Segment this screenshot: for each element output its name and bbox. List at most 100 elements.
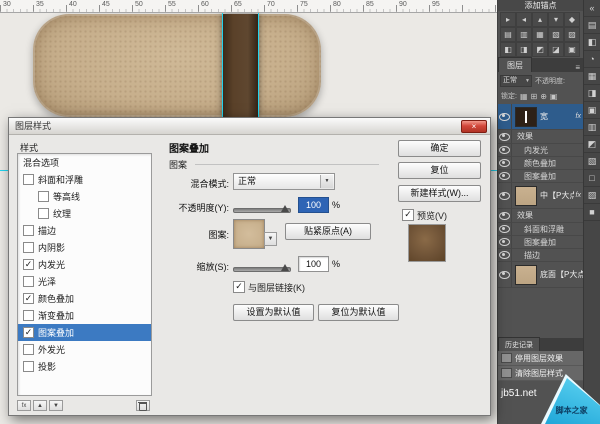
- eye-toggle[interactable]: [498, 236, 512, 248]
- panel-icon[interactable]: ▾: [548, 12, 564, 27]
- effects-group-row[interactable]: 效果: [498, 130, 583, 144]
- eye-toggle[interactable]: [498, 183, 512, 208]
- set-default-button[interactable]: 设置为默认值: [233, 304, 314, 321]
- dock-panel-icon[interactable]: ◩: [584, 136, 600, 153]
- layer-thumbnail[interactable]: [515, 186, 537, 206]
- reset-default-button[interactable]: 复位为默认值: [318, 304, 399, 321]
- eye-toggle[interactable]: [498, 104, 512, 129]
- close-button[interactable]: ×: [461, 120, 487, 133]
- effect-row[interactable]: 颜色叠加: [498, 157, 583, 170]
- collapse-dock-icon[interactable]: «: [584, 0, 600, 17]
- guide-vertical-right[interactable]: [258, 12, 259, 122]
- style-item-contour[interactable]: 等高线: [18, 188, 151, 205]
- effect-row[interactable]: 图案叠加: [498, 170, 583, 183]
- style-item-color-overlay[interactable]: ✓颜色叠加: [18, 290, 151, 307]
- style-checkbox[interactable]: [23, 174, 34, 185]
- style-item-inner-glow[interactable]: ✓内发光: [18, 256, 151, 273]
- opacity-slider-thumb[interactable]: [281, 205, 289, 212]
- tab-history[interactable]: 历史记录: [498, 337, 540, 351]
- history-item[interactable]: 停用图层效果: [498, 351, 583, 366]
- layer-thumbnail[interactable]: [515, 107, 537, 127]
- effect-row[interactable]: 内发光: [498, 144, 583, 157]
- panel-icon[interactable]: ▴: [532, 12, 548, 27]
- style-checkbox[interactable]: [23, 361, 34, 372]
- move-down-button[interactable]: ▼: [49, 400, 63, 411]
- style-item-texture[interactable]: 纹理: [18, 205, 151, 222]
- effect-row[interactable]: 斜面和浮雕: [498, 223, 583, 236]
- dialog-titlebar[interactable]: 图层样式 ×: [9, 118, 490, 135]
- layer-thumbnail[interactable]: [515, 265, 537, 285]
- scale-value-field[interactable]: 100: [298, 256, 329, 272]
- dock-panel-icon[interactable]: ▦: [584, 68, 600, 85]
- panel-icon[interactable]: ◪: [548, 42, 564, 57]
- panel-icon[interactable]: ▦: [532, 27, 548, 42]
- lock-pixels-icon[interactable]: ⊞: [531, 92, 538, 101]
- preview-checkbox[interactable]: ✓: [402, 209, 414, 221]
- style-checkbox[interactable]: [23, 242, 34, 253]
- style-item-satin[interactable]: 光泽: [18, 273, 151, 290]
- style-checkbox[interactable]: [23, 225, 34, 236]
- eye-toggle[interactable]: [498, 157, 512, 169]
- eye-toggle[interactable]: [498, 170, 512, 182]
- tab-layers[interactable]: 图层: [498, 57, 532, 72]
- eye-toggle[interactable]: [498, 249, 512, 261]
- horizontal-ruler[interactable]: 30 35 40 45 50 55 60 65 70 75 80 85 90 9…: [0, 0, 497, 13]
- lock-position-icon[interactable]: ⊕: [540, 92, 547, 101]
- panel-icon[interactable]: ▥: [516, 27, 532, 42]
- pattern-picker-arrow[interactable]: ▼: [264, 232, 277, 246]
- opacity-value-field[interactable]: 100: [298, 197, 329, 213]
- style-item-outer-glow[interactable]: 外发光: [18, 341, 151, 358]
- style-checkbox[interactable]: ✓: [23, 293, 34, 304]
- blend-mode-select[interactable]: 正常 ▼: [233, 173, 335, 190]
- panel-menu-icon[interactable]: ≡: [575, 63, 583, 72]
- dock-panel-icon[interactable]: ◧: [584, 34, 600, 51]
- layer-row[interactable]: 宽 fx: [498, 104, 583, 130]
- panel-icon[interactable]: ▸: [500, 12, 516, 27]
- move-up-button[interactable]: ▲: [33, 400, 47, 411]
- style-item-gradient-overlay[interactable]: 渐变叠加: [18, 307, 151, 324]
- dock-panel-icon[interactable]: ▤: [584, 17, 600, 34]
- style-checkbox[interactable]: [23, 310, 34, 321]
- dock-panel-icon[interactable]: ▧: [584, 153, 600, 170]
- panel-icon[interactable]: ◨: [516, 42, 532, 57]
- fx-badge[interactable]: fx: [574, 113, 583, 120]
- eye-toggle[interactable]: [498, 262, 512, 287]
- style-checkbox[interactable]: [38, 191, 49, 202]
- style-checkbox[interactable]: [38, 208, 49, 219]
- panel-icon[interactable]: ◧: [500, 42, 516, 57]
- style-item-pattern-overlay[interactable]: ✓图案叠加: [18, 324, 151, 341]
- style-checkbox[interactable]: [23, 344, 34, 355]
- panel-icon[interactable]: ◩: [532, 42, 548, 57]
- guide-vertical-left[interactable]: [222, 12, 223, 122]
- dock-panel-icon[interactable]: ▨: [584, 187, 600, 204]
- dock-panel-icon[interactable]: □: [584, 170, 600, 187]
- panel-icon[interactable]: ▧: [548, 27, 564, 42]
- fx-badge[interactable]: fx: [574, 192, 583, 199]
- eye-toggle[interactable]: [498, 144, 512, 156]
- link-with-layer-checkbox[interactable]: ✓: [233, 281, 245, 293]
- new-style-button[interactable]: 新建样式(W)...: [398, 185, 481, 202]
- add-effect-button[interactable]: fx: [17, 400, 31, 411]
- reset-button[interactable]: 复位: [398, 162, 481, 179]
- lock-transparency-icon[interactable]: ▦: [520, 92, 528, 101]
- pattern-swatch[interactable]: [233, 219, 265, 249]
- delete-effect-button[interactable]: [136, 400, 150, 411]
- style-item-inner-shadow[interactable]: 内阴影: [18, 239, 151, 256]
- effect-row[interactable]: 描边: [498, 249, 583, 262]
- layer-blend-mode-select[interactable]: 正常▼: [500, 75, 532, 87]
- dock-panel-icon[interactable]: ◨: [584, 85, 600, 102]
- style-item-blending-options[interactable]: 混合选项: [18, 154, 151, 171]
- style-checkbox[interactable]: ✓: [23, 327, 34, 338]
- eye-toggle[interactable]: [498, 223, 512, 235]
- layer-row[interactable]: 中【P大点S】 fx: [498, 183, 583, 209]
- style-item-drop-shadow[interactable]: 投影: [18, 358, 151, 375]
- scale-slider-thumb[interactable]: [281, 264, 289, 271]
- dock-panel-icon[interactable]: ■: [584, 204, 600, 221]
- style-item-bevel-emboss[interactable]: 斜面和浮雕: [18, 171, 151, 188]
- dock-panel-icon[interactable]: ▥: [584, 119, 600, 136]
- panel-icon[interactable]: ◂: [516, 12, 532, 27]
- panel-icon[interactable]: ▣: [564, 42, 580, 57]
- lock-all-icon[interactable]: ▣: [550, 92, 558, 101]
- eye-toggle[interactable]: [498, 209, 512, 222]
- dock-panel-icon[interactable]: ▣: [584, 102, 600, 119]
